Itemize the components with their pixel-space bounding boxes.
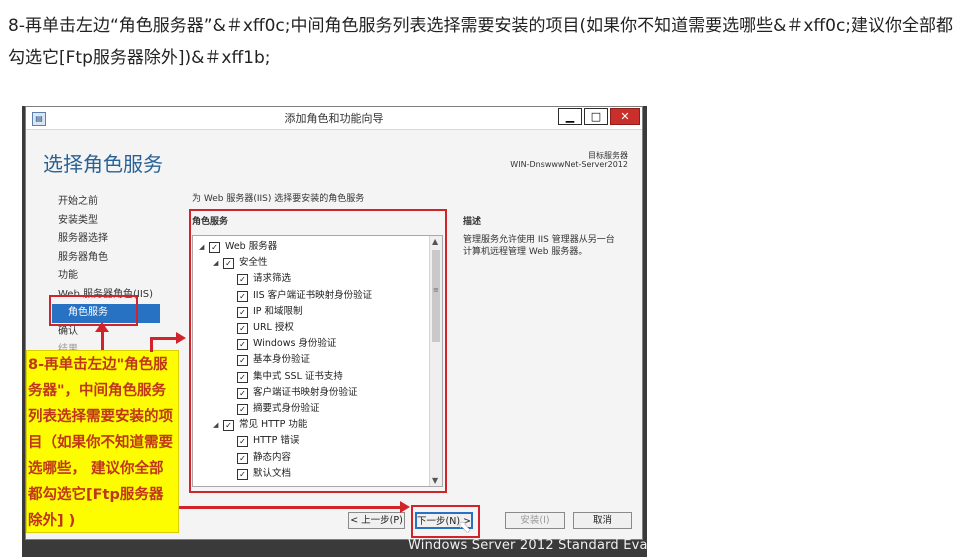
- os-watermark: Windows Server 2012 Standard Evaluation: [408, 538, 647, 553]
- highlight-box-nav: [49, 295, 138, 326]
- tree-item[interactable]: ✓ 摘要式身份验证: [227, 401, 320, 417]
- checkbox[interactable]: ✓: [237, 468, 248, 480]
- tree-item-label: 默认文档: [253, 467, 292, 479]
- title-bar[interactable]: ▤ 添加角色和功能向导 ▁ □ ✕: [26, 107, 642, 130]
- checkbox[interactable]: ✓: [223, 420, 234, 432]
- tree-item-label: 集中式 SSL 证书支持: [253, 370, 343, 382]
- tree-item[interactable]: ✓ IP 和域限制: [227, 304, 303, 320]
- tree-item[interactable]: ✓ 默认文档: [227, 466, 291, 482]
- checkbox[interactable]: ✓: [237, 436, 248, 448]
- arrow-right-icon: [176, 332, 186, 344]
- tree-item-label: 安全性: [239, 257, 268, 269]
- tree-item-label: Web 服务器: [225, 241, 278, 252]
- tree-item[interactable]: ✓ IIS 客户端证书映射身份验证: [227, 288, 372, 304]
- tree-item-label: HTTP 错误: [253, 435, 300, 447]
- tree-item[interactable]: ✓ HTTP 错误: [227, 433, 299, 449]
- tree-item-label: 静态内容: [253, 451, 292, 463]
- tree-item[interactable]: ✓ Windows 身份验证: [227, 336, 336, 352]
- checkbox[interactable]: ✓: [237, 355, 248, 367]
- tree-item-label: 常见 HTTP 功能: [239, 419, 308, 431]
- tree-item-label: IIS 客户端证书映射身份验证: [253, 289, 373, 301]
- expand-icon[interactable]: ◢: [213, 417, 223, 433]
- nav-item[interactable]: 安装类型: [58, 212, 160, 231]
- checkbox[interactable]: ✓: [237, 306, 248, 318]
- arrow-right-icon: [400, 501, 410, 513]
- annotation-arrow-up: [101, 330, 104, 350]
- previous-button[interactable]: < 上一步(P): [348, 512, 405, 529]
- tree-item[interactable]: ◢ ✓ 常见 HTTP 功能: [213, 417, 307, 433]
- tree-item[interactable]: ✓ 客户端证书映射身份验证: [227, 385, 358, 401]
- nav-item[interactable]: 服务器角色: [58, 249, 160, 268]
- tree-item[interactable]: ✓ 基本身份验证: [227, 352, 310, 368]
- role-services-label: 角色服务: [192, 217, 229, 227]
- tree-item-label: URL 授权: [253, 322, 294, 333]
- tree-item-label: IP 和域限制: [253, 305, 303, 317]
- tree-item-label: 基本身份验证: [253, 354, 311, 366]
- install-button[interactable]: 安装(I): [505, 512, 565, 529]
- description-title: 描述: [463, 217, 482, 227]
- tree-item-label: 请求筛选: [253, 273, 292, 285]
- arrow-up-icon: [95, 322, 109, 332]
- checkbox[interactable]: ✓: [237, 452, 248, 464]
- expand-icon[interactable]: ◢: [213, 255, 223, 271]
- checkbox[interactable]: ✓: [237, 371, 248, 383]
- annotation-arrow-right: [150, 337, 178, 340]
- nav-item[interactable]: 开始之前: [58, 193, 160, 212]
- screenshot-frame: ▤ 添加角色和功能向导 ▁ □ ✕ 选择角色服务 目标服务器 WIN-Dnsww…: [22, 106, 647, 557]
- checkbox[interactable]: ✓: [223, 258, 234, 270]
- scroll-up-icon[interactable]: ▲: [432, 237, 438, 246]
- checkbox[interactable]: ✓: [237, 404, 248, 415]
- scrollbar[interactable]: ▲ ≡ ▼: [429, 236, 442, 486]
- checkbox[interactable]: ✓: [209, 242, 220, 253]
- tree-item[interactable]: ◢ ✓ Web 服务器: [199, 239, 277, 255]
- tree-item-label: Windows 身份验证: [253, 338, 337, 350]
- nav-item[interactable]: 服务器选择: [58, 230, 160, 249]
- minimize-button[interactable]: ▁: [558, 108, 582, 125]
- article-caption: 8-再单击左边“角色服务器”&＃xff0c;中间角色服务列表选择需要安装的项目(…: [8, 16, 954, 68]
- scroll-down-icon[interactable]: ▼: [432, 476, 438, 485]
- mouse-cursor-icon: ⬉: [458, 517, 472, 536]
- close-button[interactable]: ✕: [610, 108, 640, 125]
- annotation-arrow-next: [179, 506, 403, 509]
- annotation-note: 8-再单击左边"角色服务器"，中间角色服务列表选择需要安装的项目（如果你不知道需…: [26, 350, 179, 533]
- description-text: 管理服务允许使用 IIS 管理器从另一台计算机远程管理 Web 服务器。: [463, 235, 615, 257]
- grip-icon: ≡: [433, 286, 439, 294]
- intro-text: 为 Web 服务器(IIS) 选择要安装的角色服务: [192, 194, 365, 204]
- expand-icon[interactable]: ◢: [199, 239, 209, 255]
- tree-item[interactable]: ✓ 集中式 SSL 证书支持: [227, 369, 343, 385]
- scrollbar-thumb[interactable]: ≡: [432, 250, 440, 342]
- tree-item-label: 客户端证书映射身份验证: [253, 386, 358, 398]
- maximize-button[interactable]: □: [584, 108, 608, 125]
- checkbox[interactable]: ✓: [237, 290, 248, 302]
- tree-item[interactable]: ✓ URL 授权: [227, 320, 294, 336]
- wizard-nav: 开始之前 安装类型 服务器选择 服务器角色 功能 Web 服务器角色(IIS) 角色服务 确认…: [52, 193, 160, 360]
- checkbox[interactable]: ✓: [237, 323, 248, 334]
- cancel-button[interactable]: 取消: [573, 512, 632, 529]
- tree-item[interactable]: ✓ 静态内容: [227, 450, 291, 466]
- tree-item[interactable]: ◢ ✓ 安全性: [213, 255, 268, 271]
- role-services-tree[interactable]: ▲ ≡ ▼ ◢ ✓ Web 服务器 ◢ ✓ 安全性 ✓ 请求筛选 ✓ IIS 客户端证书映射身份验…: [192, 235, 443, 487]
- checkbox[interactable]: ✓: [237, 339, 248, 351]
- window-title: 添加角色和功能向导: [284, 112, 384, 125]
- page-title: 选择角色服务: [43, 152, 163, 176]
- tree-item[interactable]: ✓ 请求筛选: [227, 271, 291, 287]
- target-server-name: WIN-DnswwwNet-Server2012: [510, 160, 628, 169]
- tree-item-label: 摘要式身份验证: [253, 403, 320, 414]
- checkbox[interactable]: ✓: [237, 387, 248, 399]
- nav-item[interactable]: 功能: [58, 267, 160, 286]
- checkbox[interactable]: ✓: [237, 274, 248, 286]
